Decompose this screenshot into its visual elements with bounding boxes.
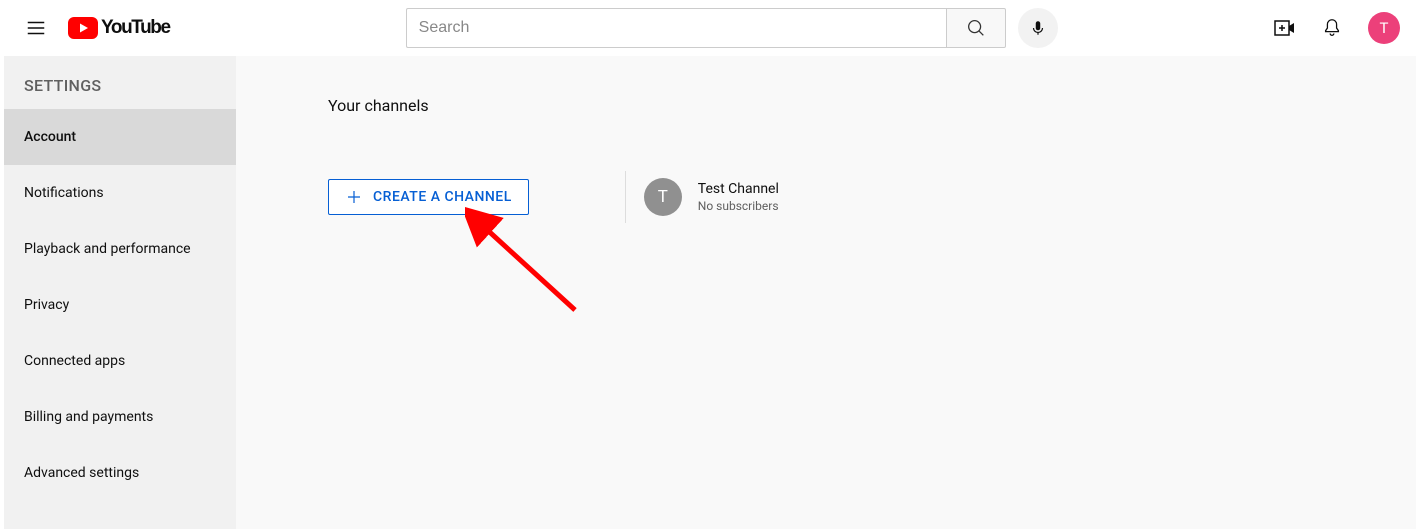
channel-subscribers: No subscribers bbox=[698, 199, 779, 213]
divider bbox=[625, 171, 626, 223]
header: YouTube T bbox=[0, 0, 1416, 56]
sidebar-title: SETTINGS bbox=[4, 64, 236, 109]
account-avatar[interactable]: T bbox=[1368, 12, 1400, 44]
sidebar-item-billing[interactable]: Billing and payments bbox=[4, 389, 236, 445]
search-icon bbox=[965, 17, 987, 39]
microphone-icon bbox=[1029, 19, 1047, 37]
sidebar-item-label: Playback and performance bbox=[24, 241, 191, 257]
sidebar-item-label: Account bbox=[24, 129, 76, 145]
search-button[interactable] bbox=[946, 8, 1006, 48]
sidebar-item-playback[interactable]: Playback and performance bbox=[4, 221, 236, 277]
search-box bbox=[406, 8, 1006, 48]
page-title: Your channels bbox=[328, 96, 1416, 115]
create-button[interactable] bbox=[1264, 8, 1304, 48]
sidebar-item-label: Advanced settings bbox=[24, 465, 139, 481]
channel-avatar: T bbox=[644, 178, 682, 216]
channels-row: CREATE A CHANNEL T Test Channel No subsc… bbox=[328, 171, 1416, 223]
sidebar-item-label: Billing and payments bbox=[24, 409, 153, 425]
search-input[interactable] bbox=[406, 8, 946, 48]
create-channel-button[interactable]: CREATE A CHANNEL bbox=[328, 179, 529, 215]
voice-search-button[interactable] bbox=[1018, 8, 1058, 48]
notifications-button[interactable] bbox=[1312, 8, 1352, 48]
create-channel-label: CREATE A CHANNEL bbox=[373, 189, 512, 205]
page-body: SETTINGS Account Notifications Playback … bbox=[0, 56, 1416, 529]
logo[interactable]: YouTube bbox=[64, 10, 184, 46]
sidebar-item-connected-apps[interactable]: Connected apps bbox=[4, 333, 236, 389]
youtube-logo-icon bbox=[68, 14, 98, 42]
hamburger-icon bbox=[25, 17, 47, 39]
menu-button[interactable] bbox=[16, 8, 56, 48]
sidebar-item-privacy[interactable]: Privacy bbox=[4, 277, 236, 333]
channel-name: Test Channel bbox=[698, 181, 779, 197]
sidebar-item-advanced[interactable]: Advanced settings bbox=[4, 445, 236, 501]
logo-text: YouTube bbox=[101, 17, 170, 39]
sidebar-item-label: Connected apps bbox=[24, 353, 125, 369]
channel-item[interactable]: T Test Channel No subscribers bbox=[644, 178, 779, 216]
main-content: Your channels CREATE A CHANNEL T Test Ch… bbox=[236, 56, 1416, 529]
sidebar-item-label: Notifications bbox=[24, 185, 104, 201]
header-actions: T bbox=[1264, 8, 1400, 48]
plus-icon bbox=[345, 188, 363, 206]
sidebar-item-label: Privacy bbox=[24, 297, 69, 313]
create-icon bbox=[1272, 16, 1296, 40]
channel-info: Test Channel No subscribers bbox=[698, 181, 779, 213]
sidebar-item-account[interactable]: Account bbox=[4, 109, 236, 165]
settings-sidebar: SETTINGS Account Notifications Playback … bbox=[0, 56, 236, 529]
search-wrap bbox=[406, 8, 1058, 48]
sidebar-item-notifications[interactable]: Notifications bbox=[4, 165, 236, 221]
bell-icon bbox=[1321, 17, 1343, 39]
